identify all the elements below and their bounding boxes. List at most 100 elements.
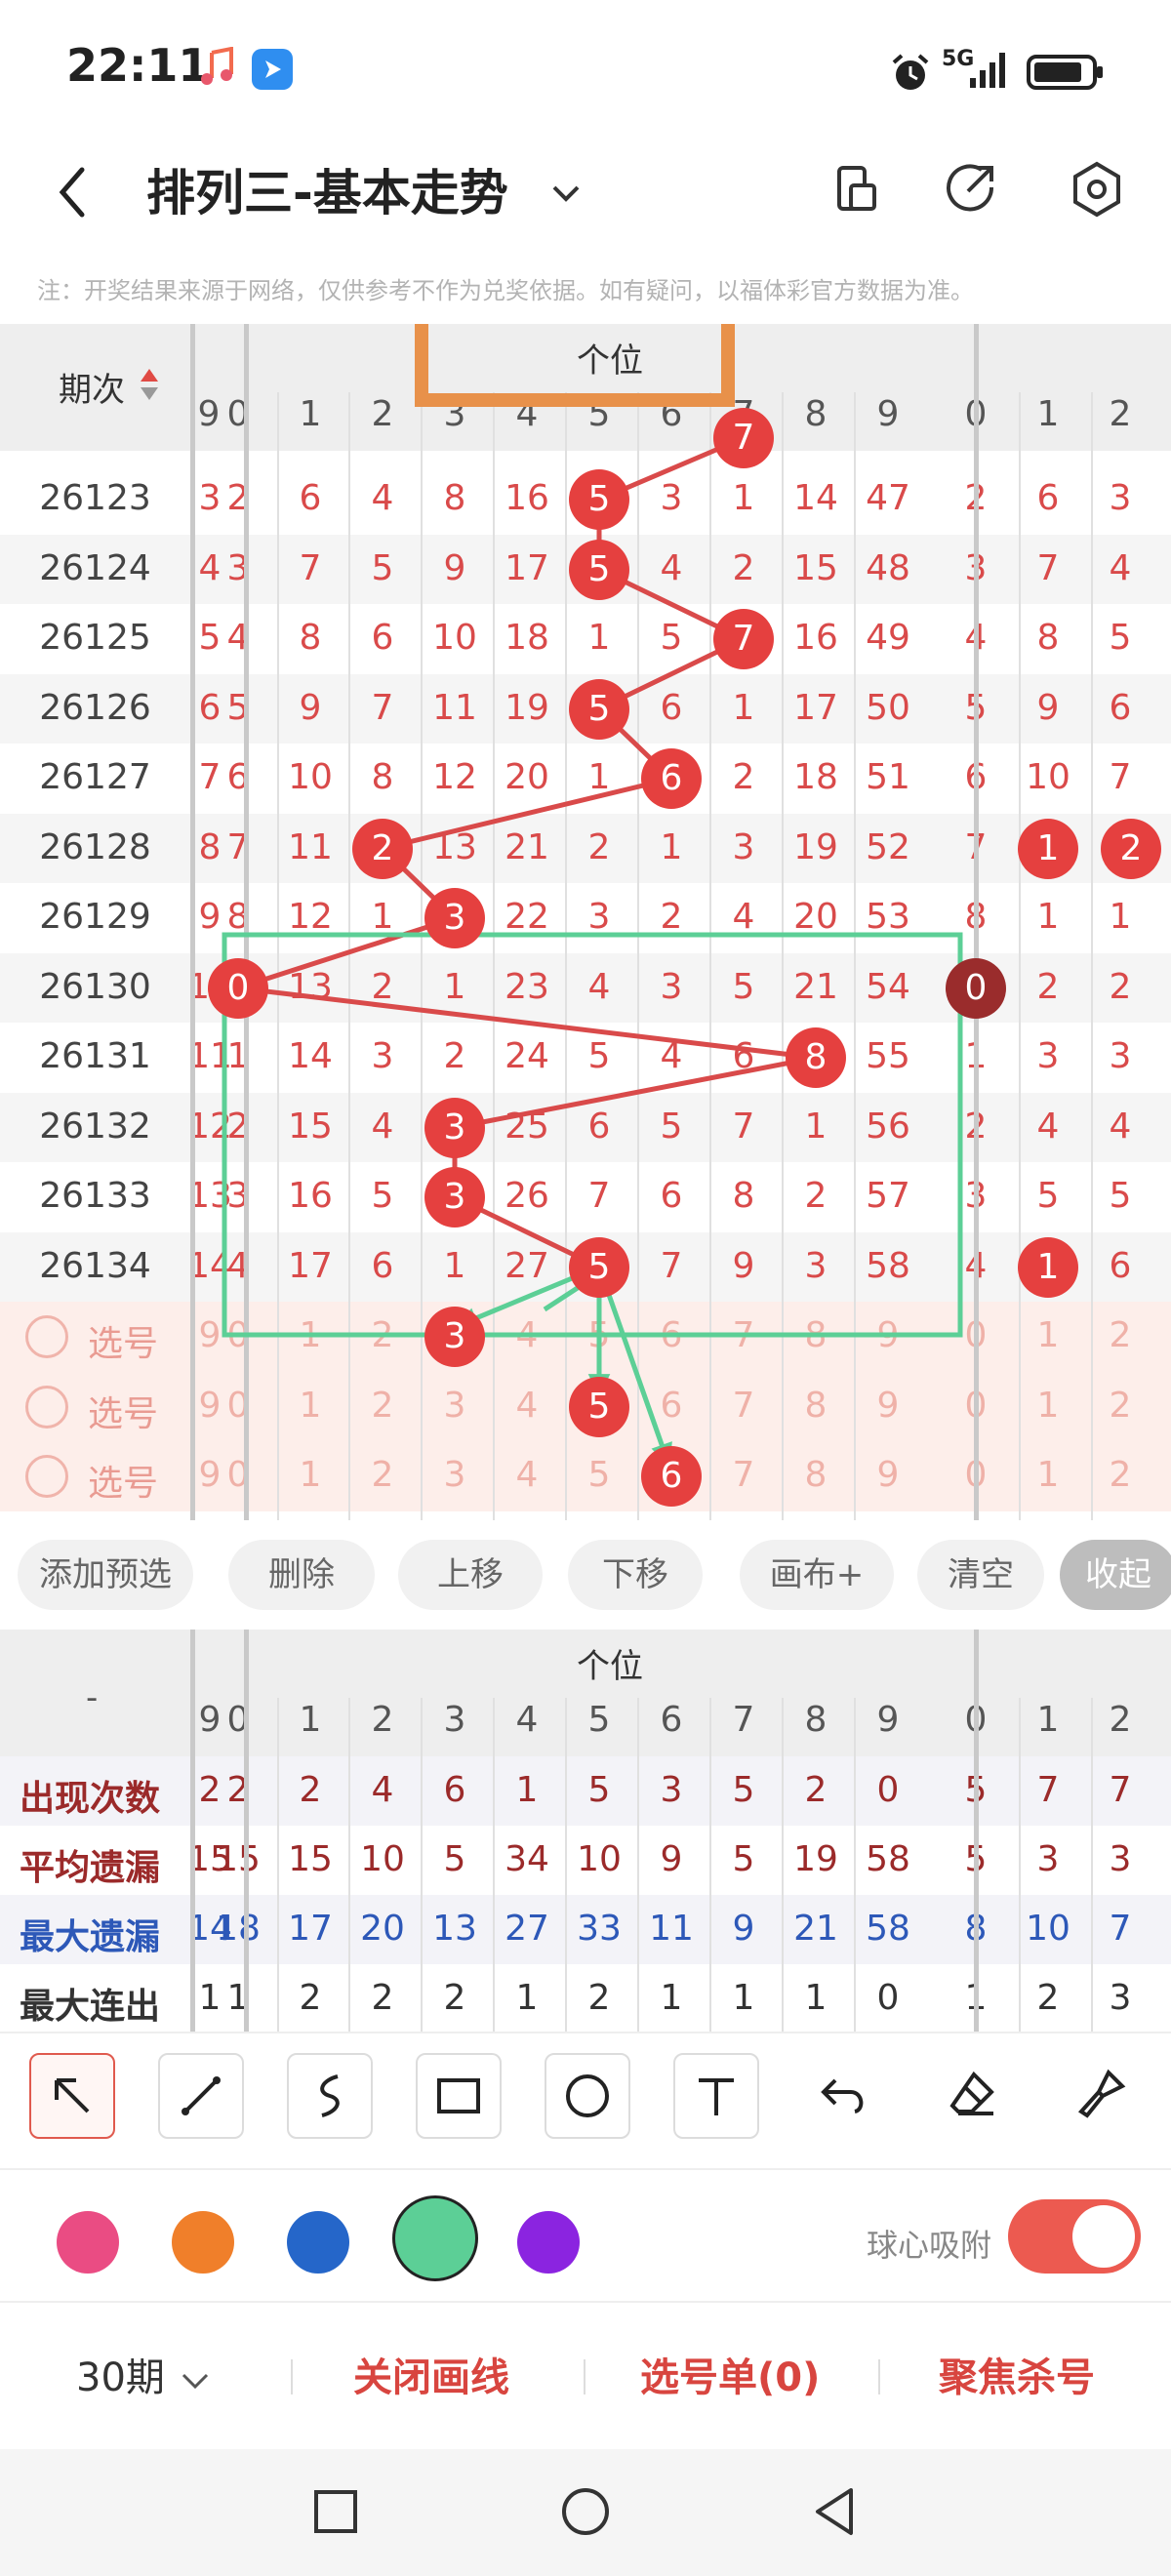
stats-column-digit: 9 (876, 1700, 900, 1740)
picked-number-ball[interactable]: 5 (569, 1376, 629, 1437)
winning-number-ball[interactable]: 3 (424, 888, 485, 948)
selection-list-button[interactable]: 选号单(0) (640, 2346, 820, 2402)
stats-cell: 3 (1109, 1978, 1132, 2018)
stats-cell: 9 (732, 1909, 755, 1949)
color-palette: 球心吸附 (0, 2168, 1171, 2301)
chevron-down-icon (182, 2373, 208, 2390)
snap-to-center-toggle[interactable] (1008, 2199, 1141, 2274)
winning-number-ball[interactable]: 5 (569, 678, 629, 740)
winning-number-ball[interactable]: 8 (786, 1027, 846, 1088)
stats-cell: 3 (660, 1770, 683, 1810)
line-tool[interactable] (158, 2053, 244, 2139)
winning-number-ball[interactable]: 2 (352, 818, 413, 879)
grid-line (637, 1698, 639, 2032)
grid-line (1019, 1698, 1021, 2032)
stats-cell: 5 (443, 1839, 466, 1879)
action-button-2[interactable]: 上移 (398, 1540, 543, 1610)
close-lines-button[interactable]: 关闭画线 (353, 2346, 509, 2402)
stats-row-label: 出现次数 (20, 1779, 161, 1819)
stats-cell: 5 (587, 1770, 611, 1810)
device-switch-icon[interactable] (826, 158, 888, 221)
eraser-tool[interactable] (931, 2053, 1017, 2139)
recent-apps-icon[interactable] (306, 2482, 365, 2541)
stats-cell: 20 (360, 1909, 405, 1949)
period-count-select[interactable]: 30期 (76, 2346, 213, 2402)
disclaimer-notice: 注：开奖结果来源于网络，仅供参考不作为兑奖依据。如有疑问，以福体彩官方数据为准。 (37, 277, 974, 304)
settings-icon[interactable] (1066, 158, 1128, 221)
color-swatch[interactable] (57, 2211, 119, 2274)
home-icon[interactable] (556, 2482, 615, 2541)
stats-cell: 5 (732, 1839, 755, 1879)
winning-number-ball[interactable]: 7 (713, 408, 774, 468)
stats-cell: 2 (299, 1770, 322, 1810)
back-icon[interactable] (806, 2482, 865, 2541)
stats-cell: 2 (587, 1978, 611, 2018)
stats-cell: 2 (1036, 1978, 1060, 2018)
stats-cell: 15 (216, 1839, 261, 1879)
action-button-0[interactable]: 添加预选 (18, 1540, 193, 1610)
stats-cell: 27 (505, 1909, 549, 1949)
circle-tool[interactable] (545, 2053, 630, 2139)
action-button-5[interactable]: 清空 (917, 1540, 1044, 1610)
color-swatch[interactable] (287, 2211, 349, 2274)
picked-number-ball[interactable]: 3 (424, 1307, 485, 1367)
undo-tool[interactable] (802, 2053, 888, 2139)
grid-line (421, 1698, 423, 2032)
action-button-1[interactable]: 删除 (228, 1540, 375, 1610)
page-title[interactable]: 排列三-基本走势 (146, 154, 508, 224)
winning-number-ball[interactable]: 2 (1101, 818, 1161, 879)
undo-icon (821, 2078, 864, 2113)
status-time: 22:11 (66, 39, 210, 92)
color-swatch[interactable] (517, 2211, 580, 2274)
grid-line (709, 1698, 711, 2032)
winning-number-ball[interactable]: 0 (946, 957, 1006, 1019)
winning-number-ball[interactable]: 3 (424, 1097, 485, 1158)
arrow-tool[interactable] (29, 2053, 115, 2139)
winning-number-ball[interactable]: 7 (713, 609, 774, 669)
notification-app-icon (252, 49, 293, 90)
action-button-3[interactable]: 下移 (568, 1540, 703, 1610)
stats-column-digit: 2 (371, 1700, 394, 1740)
winning-number-ball[interactable]: 6 (641, 748, 702, 809)
stats-cell: 33 (577, 1909, 622, 1949)
color-swatch[interactable] (172, 2211, 234, 2274)
back-arrow-icon[interactable] (49, 158, 98, 226)
winning-number-ball[interactable]: 0 (208, 957, 268, 1019)
trend-table: 期次 个位 90123456789012 2612332648165311447… (0, 324, 1171, 1520)
stats-column-digit: 6 (660, 1700, 683, 1740)
stats-cell: 1 (804, 1978, 828, 2018)
rectangle-tool[interactable] (416, 2053, 502, 2139)
text-tool[interactable] (673, 2053, 759, 2139)
action-button-6[interactable]: 收起 (1060, 1540, 1171, 1610)
alarm-icon (892, 54, 929, 90)
winning-number-ball[interactable]: 1 (1018, 1236, 1078, 1298)
period-count-value: 30期 (76, 2355, 165, 2400)
winning-number-ball[interactable]: 5 (569, 469, 629, 530)
column-divider (190, 1630, 195, 2032)
freehand-tool[interactable] (287, 2053, 373, 2139)
grid-line (348, 1698, 350, 2032)
stats-table: - 个位 90123456789012 出现次数22246153520577平均… (0, 1630, 1171, 2032)
focus-kill-button[interactable]: 聚焦杀号 (939, 2346, 1095, 2402)
grid-line (854, 1698, 856, 2032)
brush-tool[interactable] (1060, 2053, 1146, 2139)
trend-line (237, 435, 817, 1269)
color-swatch[interactable] (392, 2195, 478, 2281)
share-icon[interactable] (939, 158, 1001, 221)
picked-number-ball[interactable]: 6 (641, 1446, 702, 1507)
stats-row-label: 平均遗漏 (20, 1848, 161, 1888)
stats-row: 最大连出11222121110123 (0, 1964, 1171, 2032)
system-nav-bar (0, 2449, 1171, 2576)
winning-number-ball[interactable]: 3 (424, 1167, 485, 1228)
winning-number-ball[interactable]: 5 (569, 1236, 629, 1298)
grid-line (1091, 1698, 1093, 2032)
action-button-4[interactable]: 画布+ (740, 1540, 894, 1610)
stats-cell: 10 (360, 1839, 405, 1879)
winning-number-ball[interactable]: 5 (569, 539, 629, 600)
chevron-down-icon[interactable] (546, 174, 586, 213)
winning-number-ball[interactable]: 1 (1018, 818, 1078, 879)
squiggle-icon (320, 2074, 340, 2117)
column-divider (974, 1630, 979, 2032)
pick-actions: 添加预选 删除 上移 下移 画布+ 清空 收起 (0, 1520, 1171, 1630)
stats-cell: 2 (371, 1978, 394, 2018)
